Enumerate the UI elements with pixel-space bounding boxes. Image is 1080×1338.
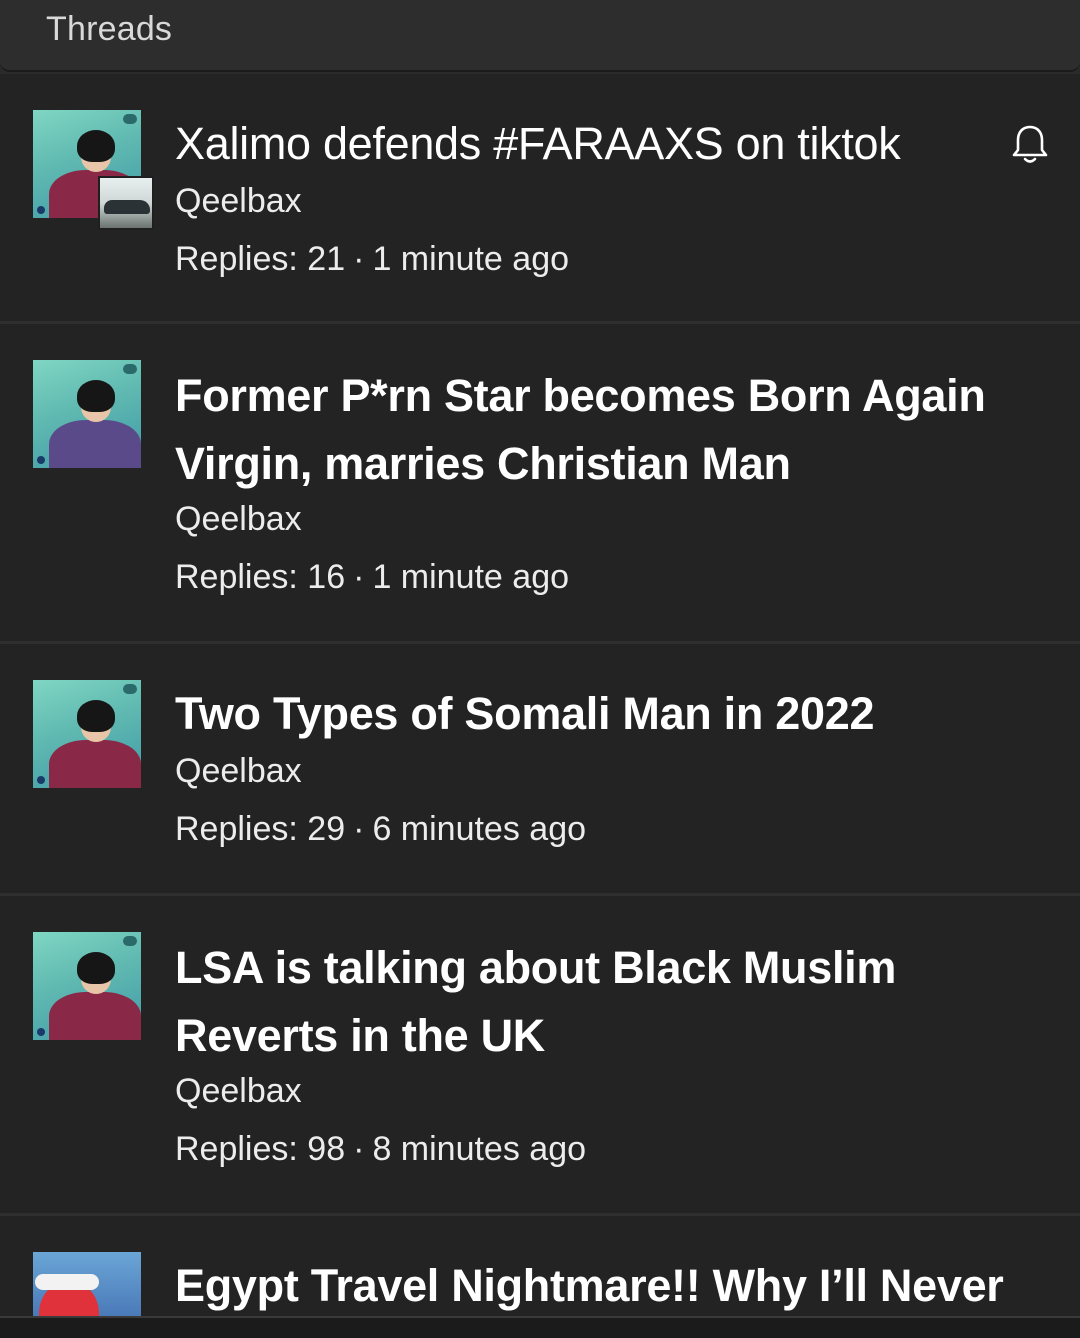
- meta-separator: ·: [353, 810, 365, 848]
- app-frame: Threads Xalimo defends #FARAAXS on tikto…: [0, 0, 1080, 1338]
- meta-separator: ·: [353, 558, 365, 596]
- thread-title[interactable]: Egypt Travel Nightmare!! Why I’ll Never: [175, 1252, 1015, 1320]
- thread-title[interactable]: LSA is talking about Black Muslim Revert…: [175, 934, 1015, 1070]
- thread-item[interactable]: Egypt Travel Nightmare!! Why I’ll Never: [0, 1216, 1080, 1338]
- thread-meta: Replies: 29 · 6 minutes ago: [175, 810, 586, 849]
- reply-count: Replies: 21: [175, 240, 346, 278]
- thread-title[interactable]: Former P*rn Star becomes Born Again Virg…: [175, 362, 1015, 498]
- thread-author[interactable]: Qeelbax: [175, 182, 302, 221]
- threads-header: Threads: [0, 0, 1080, 72]
- meta-separator: ·: [353, 240, 365, 278]
- thread-meta: Replies: 16 · 1 minute ago: [175, 558, 569, 597]
- thread-meta: Replies: 21 · 1 minute ago: [175, 240, 569, 279]
- thread-item[interactable]: Former P*rn Star becomes Born Again Virg…: [0, 324, 1080, 644]
- thread-author[interactable]: Qeelbax: [175, 500, 302, 539]
- avatar[interactable]: [33, 680, 141, 788]
- thread-thumbnail: [98, 176, 154, 230]
- thread-author[interactable]: Qeelbax: [175, 1072, 302, 1111]
- avatar[interactable]: [33, 360, 141, 468]
- thread-item[interactable]: LSA is talking about Black Muslim Revert…: [0, 896, 1080, 1216]
- reply-count: Replies: 29: [175, 810, 346, 848]
- reply-count: Replies: 98: [175, 1130, 346, 1168]
- thread-item[interactable]: Xalimo defends #FARAAXS on tiktok Qeelba…: [0, 74, 1080, 324]
- thread-author[interactable]: Qeelbax: [175, 752, 302, 791]
- thread-item[interactable]: Two Types of Somali Man in 2022 Qeelbax …: [0, 644, 1080, 896]
- timestamp: 8 minutes ago: [372, 1130, 587, 1168]
- thread-list: Xalimo defends #FARAAXS on tiktok Qeelba…: [0, 74, 1080, 1338]
- bell-icon[interactable]: [1010, 122, 1050, 166]
- meta-separator: ·: [353, 1130, 365, 1168]
- page-title: Threads: [46, 10, 173, 48]
- thread-title[interactable]: Xalimo defends #FARAAXS on tiktok: [175, 110, 1015, 178]
- timestamp: 1 minute ago: [372, 558, 570, 596]
- bottom-edge: [0, 1316, 1080, 1338]
- reply-count: Replies: 16: [175, 558, 346, 596]
- thread-meta: Replies: 98 · 8 minutes ago: [175, 1130, 586, 1169]
- timestamp: 1 minute ago: [372, 240, 570, 278]
- avatar[interactable]: [33, 932, 141, 1040]
- thread-title[interactable]: Two Types of Somali Man in 2022: [175, 680, 1015, 748]
- timestamp: 6 minutes ago: [372, 810, 587, 848]
